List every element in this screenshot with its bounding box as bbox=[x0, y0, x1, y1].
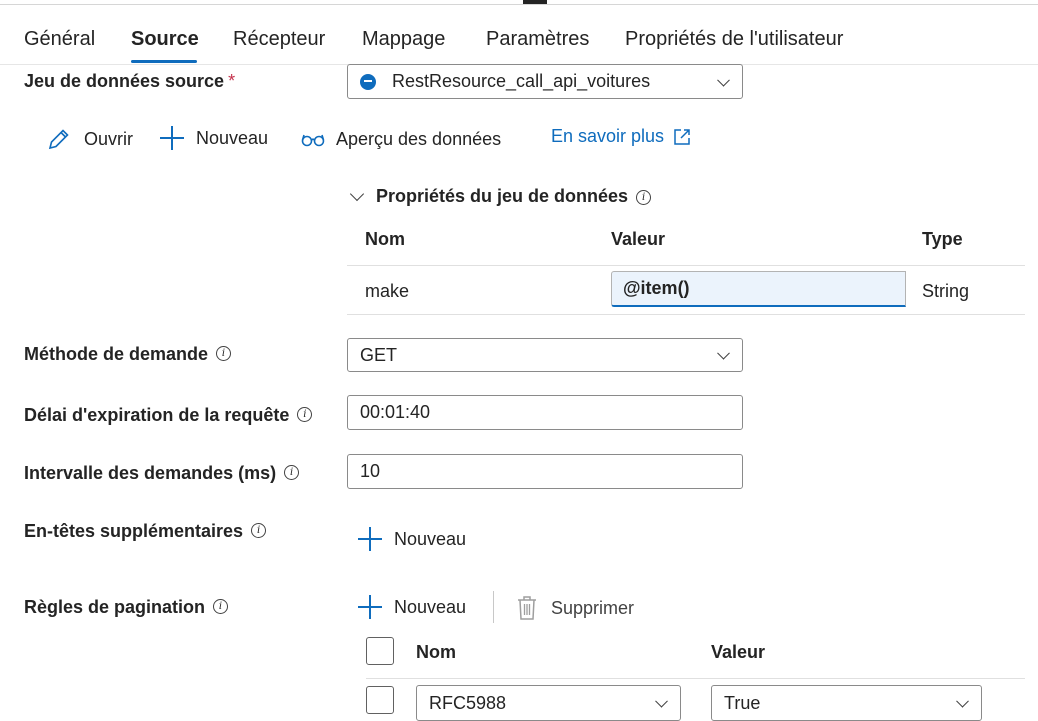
request-timeout-input[interactable]: 00:01:40 bbox=[347, 395, 743, 430]
column-header-value: Valeur bbox=[711, 642, 766, 662]
chevron-down-icon bbox=[956, 694, 969, 708]
property-name: make bbox=[365, 281, 410, 301]
plus-icon bbox=[160, 126, 184, 150]
request-method-select[interactable]: GET bbox=[347, 338, 743, 372]
additional-headers-label: En-têtes supplémentaires i bbox=[24, 521, 267, 542]
info-icon[interactable]: i bbox=[284, 465, 300, 480]
pagination-rules-label: Règles de pagination i bbox=[24, 597, 229, 618]
row-checkbox[interactable] bbox=[366, 686, 394, 714]
tab-user-properties[interactable]: Propriétés de l'utilisateur bbox=[625, 28, 843, 51]
info-icon[interactable]: i bbox=[216, 346, 232, 361]
add-header-button[interactable]: Nouveau bbox=[358, 527, 466, 551]
tab-source[interactable]: Source bbox=[131, 28, 199, 51]
preview-data-button[interactable]: Aperçu des données bbox=[300, 126, 501, 152]
glasses-icon bbox=[301, 134, 325, 147]
property-type: String bbox=[922, 281, 970, 301]
chevron-down-icon bbox=[717, 73, 730, 87]
tab-mapping[interactable]: Mappage bbox=[362, 28, 445, 51]
tab-sink[interactable]: Récepteur bbox=[233, 28, 325, 51]
info-icon[interactable]: i bbox=[213, 599, 229, 614]
request-interval-label: Intervalle des demandes (ms) i bbox=[24, 463, 300, 484]
pagination-rule-name-select[interactable]: RFC5988 bbox=[416, 685, 681, 721]
chevron-down-icon bbox=[349, 186, 365, 201]
table-divider bbox=[347, 265, 1025, 266]
active-tab-indicator bbox=[131, 60, 197, 63]
dataset-properties-toggle[interactable]: Propriétés du jeu de données i bbox=[349, 186, 652, 207]
delete-pagination-rule-button[interactable]: Supprimer bbox=[516, 595, 634, 621]
learn-more-link[interactable]: En savoir plus bbox=[551, 126, 692, 147]
open-dataset-button[interactable]: Ouvrir bbox=[46, 126, 133, 152]
source-dataset-select[interactable]: RestResource_call_api_voitures bbox=[347, 64, 743, 99]
pagination-rule-value-select[interactable]: True bbox=[711, 685, 982, 721]
info-icon[interactable]: i bbox=[251, 523, 267, 538]
dataset-properties-title: Propriétés du jeu de données bbox=[376, 186, 629, 206]
property-value-input[interactable]: @item() bbox=[611, 271, 906, 307]
external-link-icon bbox=[674, 128, 690, 145]
select-all-checkbox[interactable] bbox=[366, 637, 394, 665]
plus-icon bbox=[358, 527, 382, 551]
chevron-down-icon bbox=[655, 694, 668, 708]
new-dataset-button[interactable]: Nouveau bbox=[160, 126, 268, 150]
table-divider bbox=[366, 678, 1025, 679]
table-divider bbox=[347, 314, 1025, 315]
source-dataset-value: RestResource_call_api_voitures bbox=[392, 71, 651, 91]
trash-icon bbox=[518, 596, 536, 620]
info-icon[interactable]: i bbox=[636, 190, 652, 205]
column-header-type: Type bbox=[922, 229, 963, 249]
request-method-label: Méthode de demande i bbox=[24, 344, 232, 365]
top-divider bbox=[0, 4, 1038, 5]
column-header-value: Valeur bbox=[611, 229, 666, 249]
pencil-icon bbox=[48, 129, 69, 150]
required-asterisk: * bbox=[228, 71, 236, 91]
rest-icon bbox=[360, 73, 376, 90]
tab-bar: Général Source Récepteur Mappage Paramèt… bbox=[0, 20, 1038, 65]
column-header-name: Nom bbox=[365, 229, 405, 249]
column-header-name: Nom bbox=[416, 642, 456, 662]
request-interval-input[interactable]: 10 bbox=[347, 454, 743, 489]
source-dataset-label: Jeu de données source * bbox=[24, 71, 236, 91]
tab-settings[interactable]: Paramètres bbox=[486, 28, 589, 51]
toolbar-separator bbox=[493, 591, 494, 623]
tab-general[interactable]: Général bbox=[24, 28, 95, 51]
plus-icon bbox=[358, 595, 382, 619]
chevron-down-icon bbox=[717, 346, 730, 360]
add-pagination-rule-button[interactable]: Nouveau bbox=[358, 595, 466, 619]
request-timeout-label: Délai d'expiration de la requête i bbox=[24, 405, 313, 426]
info-icon[interactable]: i bbox=[297, 407, 313, 422]
